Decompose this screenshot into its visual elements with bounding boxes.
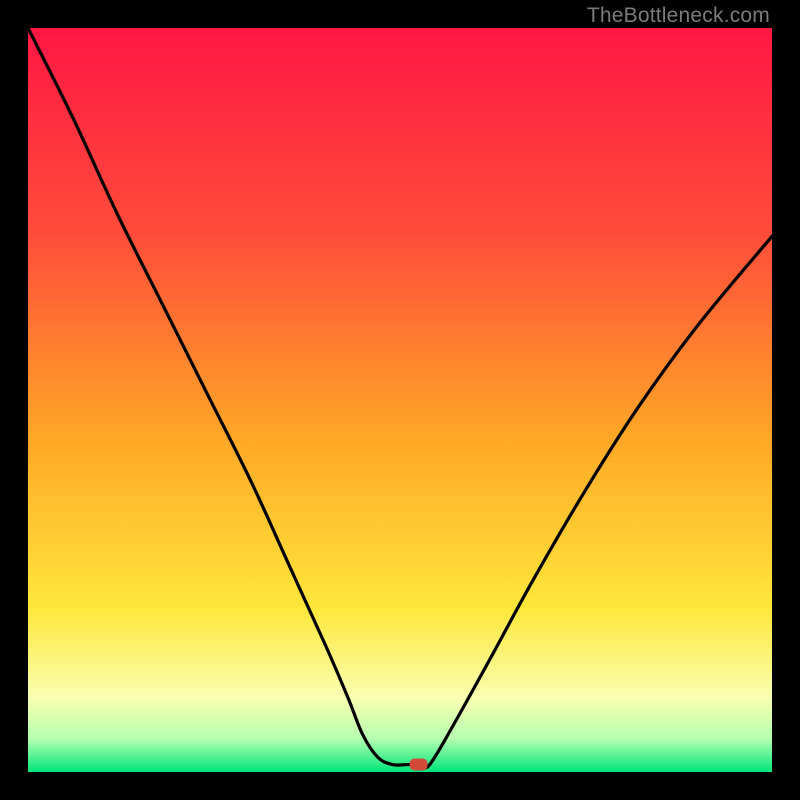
chart-frame: TheBottleneck.com [0, 0, 800, 800]
watermark-label: TheBottleneck.com [587, 4, 770, 28]
optimum-marker [410, 759, 428, 771]
gradient-background [28, 28, 772, 772]
bottleneck-chart [28, 28, 772, 772]
plot-area [28, 28, 772, 772]
